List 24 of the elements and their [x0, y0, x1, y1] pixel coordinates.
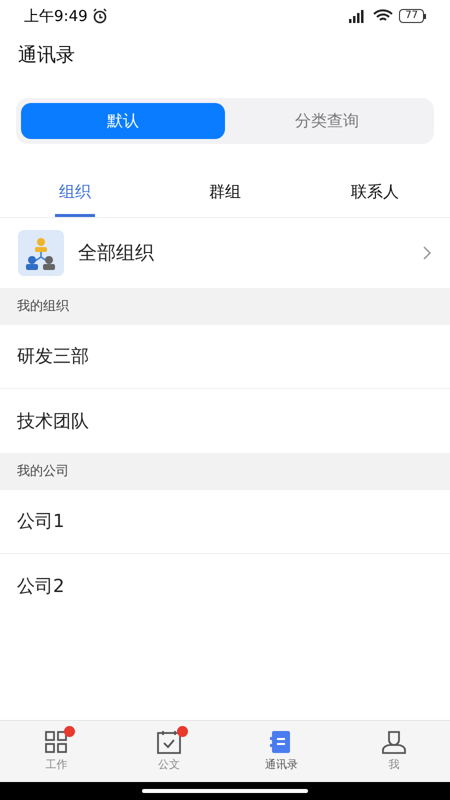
- organization-icon: [18, 230, 64, 276]
- nav-item[interactable]: 通讯录: [225, 721, 338, 782]
- list-item[interactable]: 研发三部: [17, 343, 89, 370]
- segment-tab[interactable]: 分类查询: [225, 103, 429, 139]
- all-organizations-label[interactable]: 全部组织: [78, 238, 408, 268]
- alarm-icon: [92, 8, 108, 24]
- list-item[interactable]: 技术团队: [17, 408, 89, 434]
- tab[interactable]: 组织: [55, 170, 95, 217]
- segment-tab[interactable]: 默认: [21, 103, 225, 139]
- grid-icon: [43, 729, 70, 756]
- tab[interactable]: 群组: [205, 170, 245, 217]
- section-header: 我的公司: [17, 462, 69, 481]
- section-header: 我的组织: [17, 298, 69, 316]
- tab[interactable]: 联系人: [347, 170, 403, 217]
- home-indicator[interactable]: [142, 789, 308, 793]
- list-item[interactable]: 公司1: [17, 508, 64, 535]
- calendar-check-icon: [156, 729, 182, 756]
- person-icon: [380, 729, 407, 756]
- wifi-icon: [373, 9, 394, 23]
- battery-icon: 77: [399, 9, 426, 23]
- page-title: 通讯录: [18, 42, 75, 68]
- chevron-right-icon: [422, 245, 432, 261]
- status-time: 上午9:49: [24, 6, 88, 27]
- list-item[interactable]: 公司2: [17, 572, 64, 600]
